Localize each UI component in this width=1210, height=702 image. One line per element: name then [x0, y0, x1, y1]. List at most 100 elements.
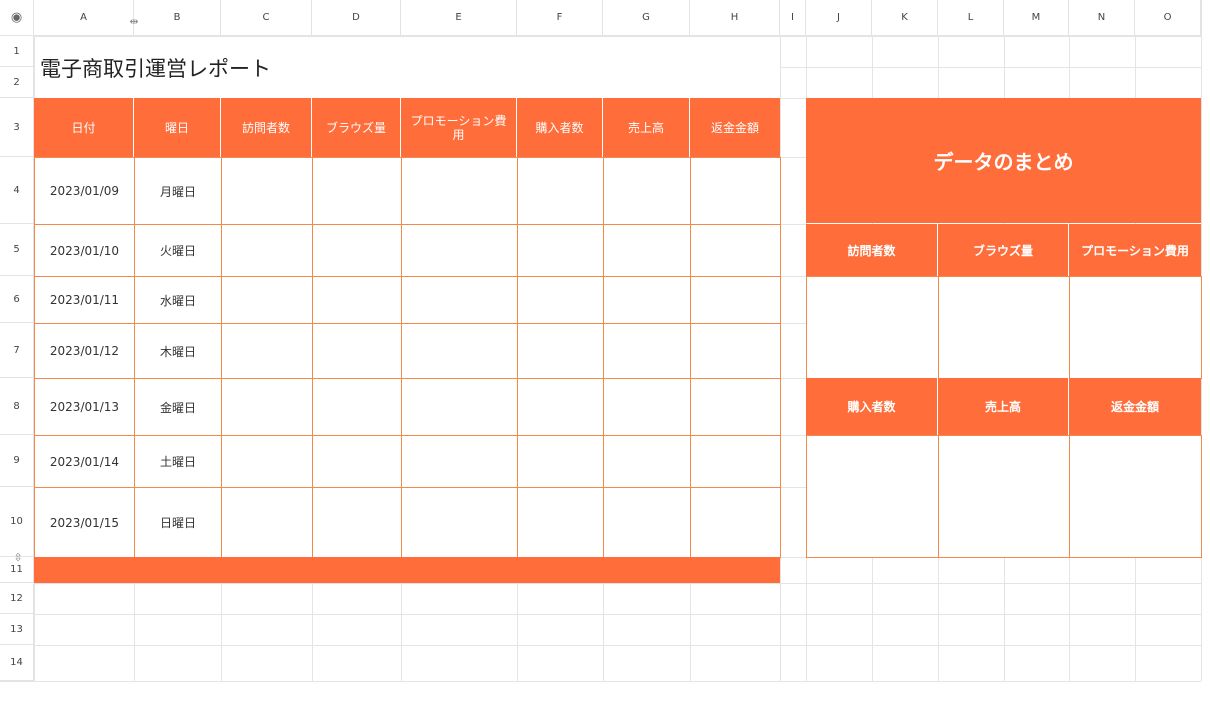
table-cell[interactable]	[312, 224, 402, 277]
row-header-6[interactable]: 6	[0, 276, 34, 323]
column-header-e[interactable]: E	[401, 0, 517, 36]
summary-header-6[interactable]: 返金金額	[1069, 378, 1201, 435]
weekday-cell[interactable]: 土曜日	[134, 435, 222, 488]
weekday-cell[interactable]: 木曜日	[134, 323, 222, 379]
table-cell[interactable]	[312, 378, 402, 436]
weekday-cell[interactable]: 日曜日	[134, 487, 222, 558]
summary-value-cell[interactable]	[1069, 435, 1202, 558]
table-cell[interactable]	[517, 435, 604, 488]
summary-header-2[interactable]: ブラウズ量	[938, 224, 1069, 276]
table-cell[interactable]	[690, 276, 781, 324]
table-cell[interactable]	[690, 323, 781, 379]
row-header-9[interactable]: 9	[0, 435, 34, 487]
row-header-3[interactable]: 3	[0, 98, 34, 157]
summary-header-4[interactable]: 購入者数	[806, 378, 938, 435]
table-cell[interactable]	[221, 157, 313, 225]
column-header-g[interactable]: G	[603, 0, 690, 36]
table-cell[interactable]	[312, 157, 402, 225]
table-cell[interactable]	[312, 276, 402, 324]
date-cell[interactable]: 2023/01/15	[34, 487, 135, 558]
column-header-b[interactable]: B	[134, 0, 221, 36]
row-header-1[interactable]: 1	[0, 36, 34, 67]
column-header-d[interactable]: D	[312, 0, 401, 36]
table-cell[interactable]	[690, 157, 781, 225]
table-cell[interactable]	[221, 224, 313, 277]
date-cell[interactable]: 2023/01/13	[34, 378, 135, 436]
table-cell[interactable]	[401, 276, 518, 324]
table-cell[interactable]	[401, 224, 518, 277]
eye-icon[interactable]: ◉	[11, 10, 22, 25]
table-cell[interactable]	[603, 224, 691, 277]
weekday-cell[interactable]: 水曜日	[134, 276, 222, 324]
column-resize-handle[interactable]: ⇹	[124, 12, 144, 30]
row-header-12[interactable]: 12	[0, 583, 34, 614]
table-cell[interactable]	[690, 435, 781, 488]
table-header-7[interactable]: 売上高	[603, 98, 690, 157]
table-cell[interactable]	[401, 157, 518, 225]
summary-header-3[interactable]: プロモーション費用	[1069, 224, 1201, 276]
table-cell[interactable]	[401, 487, 518, 558]
column-header-m[interactable]: M	[1004, 0, 1069, 36]
table-header-4[interactable]: ブラウズ量	[312, 98, 401, 157]
table-cell[interactable]	[312, 323, 402, 379]
table-cell[interactable]	[221, 378, 313, 436]
table-cell[interactable]	[221, 487, 313, 558]
select-all-corner[interactable]: ◉	[0, 0, 34, 36]
column-header-n[interactable]: N	[1069, 0, 1135, 36]
row-header-13[interactable]: 13	[0, 614, 34, 645]
table-cell[interactable]	[517, 487, 604, 558]
date-cell[interactable]: 2023/01/14	[34, 435, 135, 488]
column-header-f[interactable]: F	[517, 0, 603, 36]
row-header-7[interactable]: 7	[0, 323, 34, 378]
summary-header-5[interactable]: 売上高	[938, 378, 1069, 435]
table-cell[interactable]	[517, 224, 604, 277]
table-cell[interactable]	[401, 323, 518, 379]
row-header-8[interactable]: 8	[0, 378, 34, 435]
table-cell[interactable]	[312, 435, 402, 488]
table-header-8[interactable]: 返金金額	[690, 98, 780, 157]
column-header-o[interactable]: O	[1135, 0, 1201, 36]
column-header-j[interactable]: J	[806, 0, 872, 36]
column-header-k[interactable]: K	[872, 0, 938, 36]
summary-value-cell[interactable]	[938, 435, 1070, 558]
weekday-cell[interactable]: 火曜日	[134, 224, 222, 277]
table-cell[interactable]	[690, 487, 781, 558]
table-header-2[interactable]: 曜日	[134, 98, 221, 157]
table-cell[interactable]	[603, 157, 691, 225]
column-header-l[interactable]: L	[938, 0, 1004, 36]
table-cell[interactable]	[517, 157, 604, 225]
row-header-14[interactable]: 14	[0, 645, 34, 681]
table-cell[interactable]	[690, 224, 781, 277]
table-cell[interactable]	[603, 378, 691, 436]
table-header-6[interactable]: 購入者数	[517, 98, 603, 157]
weekday-cell[interactable]: 金曜日	[134, 378, 222, 436]
table-cell[interactable]	[221, 276, 313, 324]
table-header-5[interactable]: プロモーション費用	[401, 98, 517, 157]
table-cell[interactable]	[312, 487, 402, 558]
row-header-4[interactable]: 4	[0, 157, 34, 224]
row-resize-handle[interactable]: ⇳	[8, 548, 28, 566]
row-header-2[interactable]: 2	[0, 67, 34, 98]
table-cell[interactable]	[517, 323, 604, 379]
date-cell[interactable]: 2023/01/09	[34, 157, 135, 225]
summary-value-cell[interactable]	[1069, 276, 1202, 379]
table-cell[interactable]	[517, 276, 604, 324]
summary-value-cell[interactable]	[806, 276, 939, 379]
summary-header-1[interactable]: 訪問者数	[806, 224, 938, 276]
table-cell[interactable]	[221, 435, 313, 488]
column-header-h[interactable]: H	[690, 0, 780, 36]
table-header-1[interactable]: 日付	[34, 98, 134, 157]
column-header-a[interactable]: A	[34, 0, 134, 36]
table-cell[interactable]	[690, 378, 781, 436]
table-cell[interactable]	[401, 435, 518, 488]
row-header-5[interactable]: 5	[0, 224, 34, 276]
table-cell[interactable]	[517, 378, 604, 436]
date-cell[interactable]: 2023/01/12	[34, 323, 135, 379]
table-header-3[interactable]: 訪問者数	[221, 98, 312, 157]
summary-value-cell[interactable]	[938, 276, 1070, 379]
date-cell[interactable]: 2023/01/11	[34, 276, 135, 324]
table-cell[interactable]	[401, 378, 518, 436]
table-cell[interactable]	[603, 487, 691, 558]
summary-value-cell[interactable]	[806, 435, 939, 558]
column-header-c[interactable]: C	[221, 0, 312, 36]
